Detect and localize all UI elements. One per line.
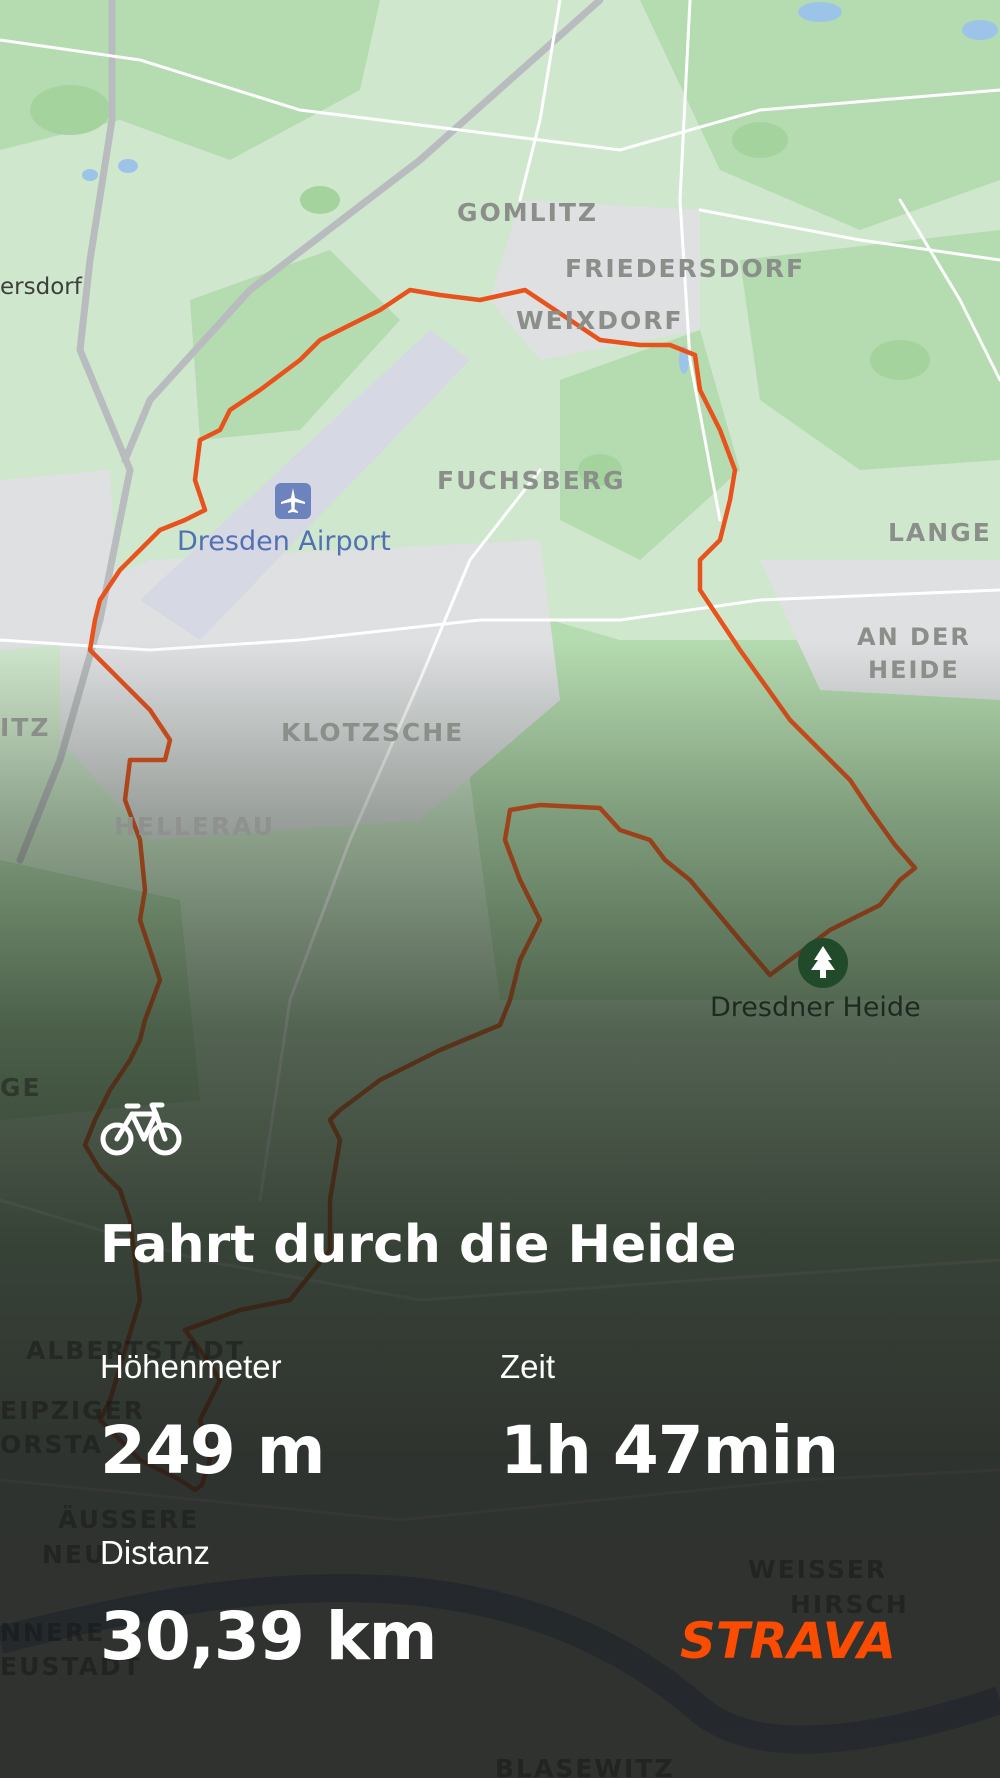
elevation-value: 249 m (100, 1412, 326, 1489)
place-label-lange: LANGE (888, 518, 992, 547)
activity-share-card: GOMLITZ FRIEDERSDORF WEIXDORF ersdorf FU… (0, 0, 1000, 1778)
airplane-icon (275, 483, 311, 519)
place-label-weixdorf: WEIXDORF (516, 306, 684, 335)
place-label-blasewitz: BLASEWITZ (495, 1754, 675, 1778)
distance-label: Distanz (100, 1534, 211, 1571)
strava-logo: STRAVA (680, 1612, 896, 1666)
place-label-aussere: ÄUSSERE (58, 1505, 200, 1534)
svg-text:STRAVA: STRAVA (680, 1612, 896, 1666)
place-label-itz: ITZ (0, 713, 51, 742)
place-label-heide: HEIDE (868, 656, 960, 684)
place-label-ersdorf: ersdorf (0, 274, 82, 300)
distance-value: 30,39 km (100, 1598, 437, 1675)
time-label: Zeit (500, 1348, 556, 1385)
place-label-orsta: ORSTA (0, 1430, 103, 1459)
place-label-fuchsberg: FUCHSBERG (437, 466, 626, 495)
elevation-label: Höhenmeter (100, 1348, 282, 1385)
place-label-neu: NEU (42, 1540, 107, 1569)
place-label-friedersdorf: FRIEDERSDORF (565, 254, 806, 283)
place-label-an-der: AN DER (857, 623, 971, 651)
tree-icon (798, 938, 848, 988)
place-label-klotzsche: KLOTZSCHE (281, 718, 465, 747)
place-label-gomlitz: GOMLITZ (457, 198, 599, 227)
place-label-nnere: NNERE (0, 1618, 106, 1647)
place-label-hellerau: HELLERAU (114, 812, 276, 841)
activity-title: Fahrt durch die Heide (100, 1215, 737, 1275)
time-value: 1h 47min (500, 1412, 839, 1489)
forest-label: Dresdner Heide (710, 992, 921, 1023)
airport-label: Dresden Airport (177, 526, 391, 557)
bicycle-icon (100, 1100, 182, 1158)
place-label-ge: GE (0, 1073, 42, 1102)
place-label-weisser: WEISSER (748, 1555, 888, 1584)
